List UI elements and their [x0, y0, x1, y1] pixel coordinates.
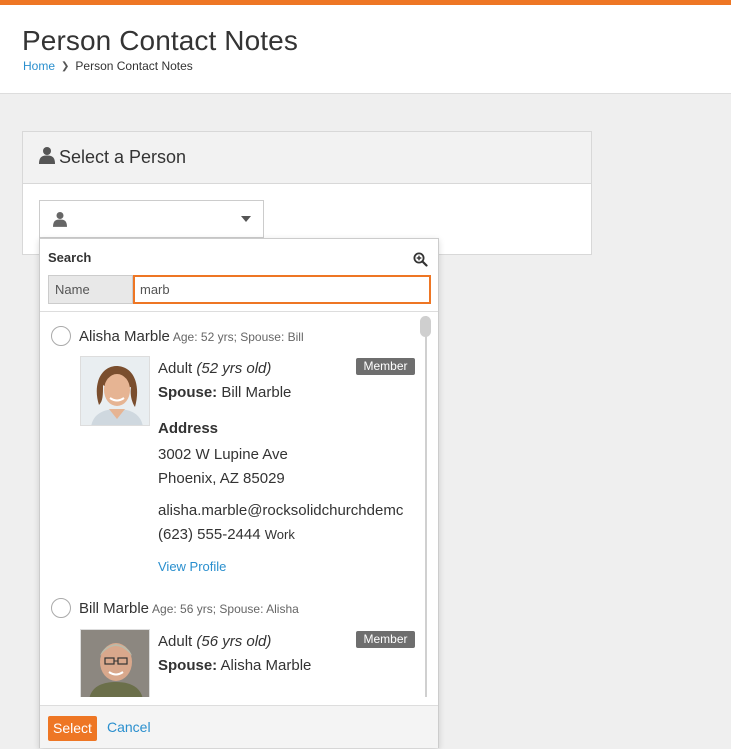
person-picker-dropdown: Search Name Alisha MarbleAge: 52 yrs; Sp…	[39, 238, 439, 748]
zoom-in-icon[interactable]	[413, 252, 428, 272]
caret-down-icon	[241, 216, 251, 222]
city: Phoenix, AZ 85029	[158, 470, 285, 487]
member-badge: Member	[356, 631, 415, 648]
select-button[interactable]: Select	[48, 716, 97, 741]
role-line: Adult (52 yrs old)	[158, 360, 271, 377]
role-line: Adult (56 yrs old)	[158, 633, 271, 650]
spouse-label: Spouse:	[158, 657, 218, 674]
phone-line: (623) 555-2444 Work	[158, 526, 295, 543]
panel-heading: Select a Person	[23, 132, 591, 184]
name-addon-label: Name	[48, 275, 133, 304]
user-icon	[53, 211, 67, 232]
result-name-row: Alisha Marble Age: 52 yrs; Spouse: Bill	[79, 328, 304, 345]
breadcrumb: Home ❯ Person Contact Notes	[23, 59, 193, 73]
results-scrollbar-track[interactable]	[425, 316, 427, 697]
user-icon	[39, 146, 55, 169]
result-meta: Age: 56 yrs; Spouse: Alisha	[152, 602, 299, 616]
result-meta: Age: 52 yrs; Spouse: Bill	[172, 330, 304, 344]
breadcrumb-current: Person Contact Notes	[75, 59, 193, 73]
name-search-input[interactable]	[133, 275, 431, 304]
result-name-row: Bill Marble Age: 56 yrs; Spouse: Alisha	[79, 600, 299, 617]
result-name: Bill Marble	[79, 600, 150, 617]
spouse-name: Bill Marble	[221, 384, 292, 401]
person-photo	[80, 356, 150, 426]
breadcrumb-home-link[interactable]: Home	[23, 59, 55, 73]
address-heading: Address	[158, 420, 218, 437]
spouse-line: Spouse: Bill Marble	[158, 384, 291, 401]
page-title: Person Contact Notes	[22, 25, 298, 56]
panel-title: Select a Person	[59, 147, 187, 167]
spouse-name: Alisha Marble	[220, 657, 312, 674]
search-results-list: Alisha Marble Age: 52 yrs; Spouse: Bill M…	[40, 312, 425, 697]
chevron-right-icon: ❯	[61, 60, 70, 72]
member-badge: Member	[356, 358, 415, 375]
person-photo	[80, 629, 150, 697]
spouse-line: Spouse: Alisha Marble	[158, 657, 311, 674]
email: alisha.marble@rocksolidchurchdemc	[158, 502, 404, 519]
result-name: Alisha Marble	[79, 328, 170, 345]
person-picker-toggle[interactable]	[39, 200, 264, 238]
spouse-label: Spouse:	[158, 384, 218, 401]
page-header: Person Contact Notes Home ❯ Person Conta…	[0, 5, 731, 94]
street: 3002 W Lupine Ave	[158, 446, 288, 463]
age: (56 yrs old)	[196, 633, 272, 650]
result-radio[interactable]	[51, 326, 71, 346]
picker-footer: Select Cancel	[40, 705, 438, 748]
role: Adult	[158, 360, 193, 377]
cancel-button[interactable]: Cancel	[107, 719, 151, 735]
results-scrollbar-thumb[interactable]	[420, 316, 431, 337]
result-radio[interactable]	[51, 598, 71, 618]
view-profile-link[interactable]: View Profile	[158, 559, 226, 574]
phone: (623) 555-2444	[158, 526, 261, 543]
search-label: Search	[48, 250, 92, 265]
address-label: Address	[158, 420, 219, 437]
role: Adult	[158, 633, 193, 650]
phone-type: Work	[264, 527, 295, 542]
age: (52 yrs old)	[196, 360, 272, 377]
